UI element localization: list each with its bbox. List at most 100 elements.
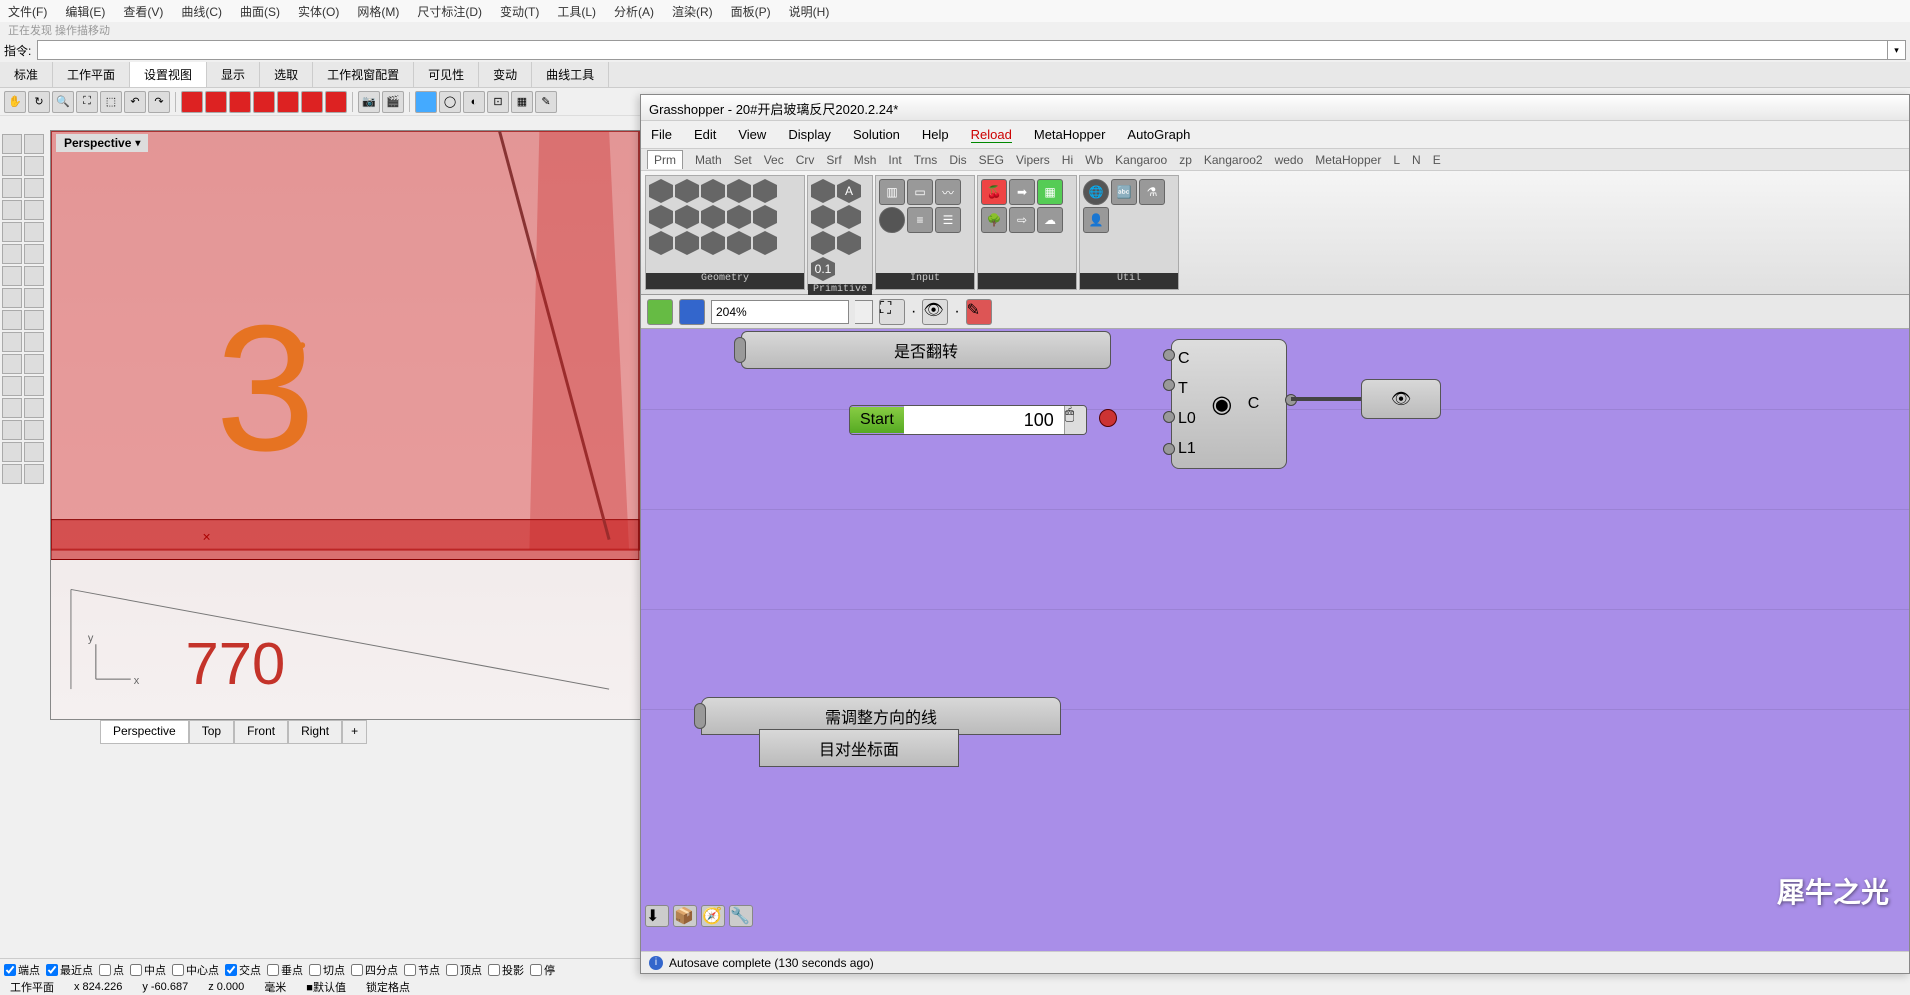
gh-icon-arrow2[interactable]: ⇨ xyxy=(1009,207,1035,233)
gh-tab-e[interactable]: E xyxy=(1433,153,1441,167)
tool-front-icon[interactable] xyxy=(229,91,251,113)
command-input[interactable] xyxy=(37,40,1888,60)
tool-wire-icon[interactable]: ◯ xyxy=(439,91,461,113)
tool-shade-icon[interactable] xyxy=(415,91,437,113)
tool-right-icon[interactable] xyxy=(253,91,275,113)
gh-icon-knob[interactable] xyxy=(879,207,905,233)
tool-ghosted-icon[interactable]: ◐ xyxy=(463,91,485,113)
gh-menu-help[interactable]: Help xyxy=(922,127,949,142)
gh-zoomfit-icon[interactable]: ⛶ xyxy=(879,299,905,325)
gh-icon-int[interactable] xyxy=(811,205,835,229)
ltool-curve-icon[interactable] xyxy=(2,222,22,242)
gh-icon-field[interactable] xyxy=(675,205,699,229)
gh-titlebar[interactable]: Grasshopper - 20#开启玻璃反尺2020.2.24* xyxy=(641,95,1909,121)
gh-icon-text[interactable]: A xyxy=(837,179,861,203)
menu-dim[interactable]: 尺寸标注(D) xyxy=(417,3,482,20)
ltool-ellipse-icon[interactable] xyxy=(2,244,22,264)
menu-help[interactable]: 说明(H) xyxy=(789,3,830,20)
gh-menu-solution[interactable]: Solution xyxy=(853,127,900,142)
gh-grip-l1-in[interactable] xyxy=(1163,443,1175,455)
gh-icon-domain[interactable]: 0.1 xyxy=(811,257,835,281)
tool-rotate-icon[interactable]: ↻ xyxy=(28,91,50,113)
osnap-int[interactable]: 交点 xyxy=(225,962,261,978)
ltool-props-icon[interactable] xyxy=(24,442,44,462)
gh-slider-spinner[interactable]: 🖱 xyxy=(1064,406,1086,434)
gh-icon-valuelist[interactable]: ☰ xyxy=(935,207,961,233)
gh-preview-icon[interactable]: 👁 xyxy=(922,299,948,325)
ltool-render-icon[interactable] xyxy=(24,288,44,308)
tool-back-icon[interactable] xyxy=(277,91,299,113)
ltool-analysis-icon[interactable] xyxy=(2,464,22,484)
ltool-split-icon[interactable] xyxy=(24,332,44,352)
gh-icon-slider[interactable]: ▭ xyxy=(907,179,933,205)
gh-icon-surface[interactable] xyxy=(701,179,725,203)
gh-tab-vec[interactable]: Vec xyxy=(764,153,784,167)
osnap-disable[interactable]: 停 xyxy=(530,962,555,978)
gh-slider-output-grip[interactable] xyxy=(1099,409,1117,427)
gh-tab-msh[interactable]: Msh xyxy=(854,153,877,167)
ltool-rotate-icon[interactable] xyxy=(2,376,22,396)
command-dropdown[interactable]: ▾ xyxy=(1888,40,1906,60)
tool-zoomwin-icon[interactable]: ⬚ xyxy=(100,91,122,113)
tool-zoomext-icon[interactable]: ⛶ xyxy=(76,91,98,113)
gh-tab-zp[interactable]: zp xyxy=(1179,153,1192,167)
vp-tab-add[interactable]: + xyxy=(342,720,367,744)
gh-icon-globe[interactable]: 🌐 xyxy=(1083,179,1109,205)
gh-tab-wb[interactable]: Wb xyxy=(1085,153,1103,167)
gh-tab-kangaroo2[interactable]: Kangaroo2 xyxy=(1204,153,1263,167)
gh-input-l0[interactable]: L0 xyxy=(1178,410,1196,428)
osnap-near[interactable]: 最近点 xyxy=(46,962,93,978)
ltool-arc-icon[interactable] xyxy=(24,178,44,198)
menu-render[interactable]: 渲染(R) xyxy=(672,3,713,20)
gh-icon-geo[interactable] xyxy=(649,205,673,229)
gh-menu-display[interactable]: Display xyxy=(788,127,831,142)
menu-file[interactable]: 文件(F) xyxy=(8,3,47,20)
gh-menu-autograph[interactable]: AutoGraph xyxy=(1127,127,1190,142)
gh-tab-dis[interactable]: Dis xyxy=(949,153,966,167)
gh-icon-plane[interactable] xyxy=(675,231,699,255)
gh-zoom-input[interactable] xyxy=(711,300,849,324)
gh-output-c[interactable]: C xyxy=(1248,395,1260,413)
ltool-help-icon[interactable] xyxy=(24,464,44,484)
ltool-trim-icon[interactable] xyxy=(2,332,22,352)
tool-artistic-icon[interactable]: ✎ xyxy=(535,91,557,113)
osnap-project[interactable]: 投影 xyxy=(488,962,524,978)
gh-tab-srf[interactable]: Srf xyxy=(826,153,841,167)
tool-persp-icon[interactable] xyxy=(181,91,203,113)
gh-icon-bool[interactable] xyxy=(811,179,835,203)
perspective-viewport[interactable]: x y 3 770 × Perspective xyxy=(50,130,644,720)
gh-icon-cloud[interactable]: ☁ xyxy=(1037,207,1063,233)
gh-component-cplane-panel[interactable]: 目对坐标面 xyxy=(759,729,959,767)
vp-tab-front[interactable]: Front xyxy=(234,720,288,744)
gh-input-t[interactable]: T xyxy=(1178,380,1196,398)
gh-tab-l[interactable]: L xyxy=(1393,153,1400,167)
menu-panels[interactable]: 面板(P) xyxy=(731,3,771,20)
tab-display[interactable]: 显示 xyxy=(207,62,260,87)
gh-panel-title-util[interactable]: Util xyxy=(1080,273,1178,289)
ltool-circle-icon[interactable] xyxy=(2,178,22,198)
gh-slider-value-input[interactable] xyxy=(904,406,1064,434)
vp-tab-perspective[interactable]: Perspective xyxy=(100,720,189,744)
gh-icon-line[interactable] xyxy=(649,231,673,255)
gh-icon-person[interactable]: 👤 xyxy=(1083,207,1109,233)
menu-analyze[interactable]: 分析(A) xyxy=(614,3,654,20)
menu-mesh[interactable]: 网格(M) xyxy=(357,3,399,20)
gh-panel-title-geometry[interactable]: Geometry xyxy=(646,273,804,289)
ltool-lasso-icon[interactable] xyxy=(24,134,44,154)
tab-cplane[interactable]: 工作平面 xyxy=(53,62,130,87)
gh-tab-seg[interactable]: SEG xyxy=(979,153,1004,167)
osnap-perp[interactable]: 垂点 xyxy=(267,962,303,978)
ltool-solid-icon[interactable] xyxy=(24,266,44,286)
gh-menu-reload[interactable]: Reload xyxy=(971,127,1012,143)
gh-icon-num[interactable] xyxy=(837,205,861,229)
gh-menu-metahopper[interactable]: MetaHopper xyxy=(1034,127,1106,142)
gh-icon-arrow[interactable]: ➡ xyxy=(1009,179,1035,205)
ltool-mesh-icon[interactable] xyxy=(2,288,22,308)
ltool-explode-icon[interactable] xyxy=(2,310,22,330)
gh-icon-color[interactable] xyxy=(837,231,861,255)
ltool-polyline-icon[interactable] xyxy=(24,156,44,176)
gh-icon-path[interactable] xyxy=(811,231,835,255)
gh-icon-graph[interactable]: 〰 xyxy=(935,179,961,205)
vp-tab-right[interactable]: Right xyxy=(288,720,342,744)
menu-edit[interactable]: 编辑(E) xyxy=(65,3,105,20)
